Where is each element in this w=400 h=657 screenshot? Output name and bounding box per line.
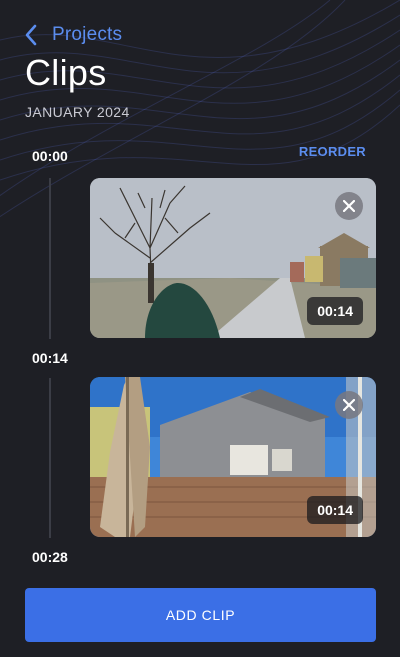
close-icon — [343, 399, 355, 411]
remove-clip-button[interactable] — [335, 391, 363, 419]
clip-card[interactable]: 00:14 — [90, 377, 376, 537]
timeline-line — [49, 178, 51, 339]
close-icon — [343, 200, 355, 212]
page-title: Clips — [25, 52, 107, 93]
clip-duration: 00:14 — [307, 297, 363, 325]
back-button[interactable]: Projects — [24, 24, 122, 46]
clip-card[interactable]: 00:14 — [90, 178, 376, 338]
reorder-button[interactable]: REORDER — [299, 144, 366, 159]
page-subtitle: JANUARY 2024 — [25, 104, 130, 120]
timeline-marker: 00:14 — [32, 350, 68, 366]
timeline-marker: 00:28 — [32, 549, 68, 565]
remove-clip-button[interactable] — [335, 192, 363, 220]
back-button-label: Projects — [52, 24, 123, 45]
timeline-marker: 00:00 — [32, 148, 68, 164]
chevron-left-icon — [25, 24, 37, 46]
add-clip-button[interactable]: ADD CLIP — [25, 588, 376, 642]
clip-duration: 00:14 — [307, 496, 363, 524]
timeline-line — [49, 378, 51, 538]
